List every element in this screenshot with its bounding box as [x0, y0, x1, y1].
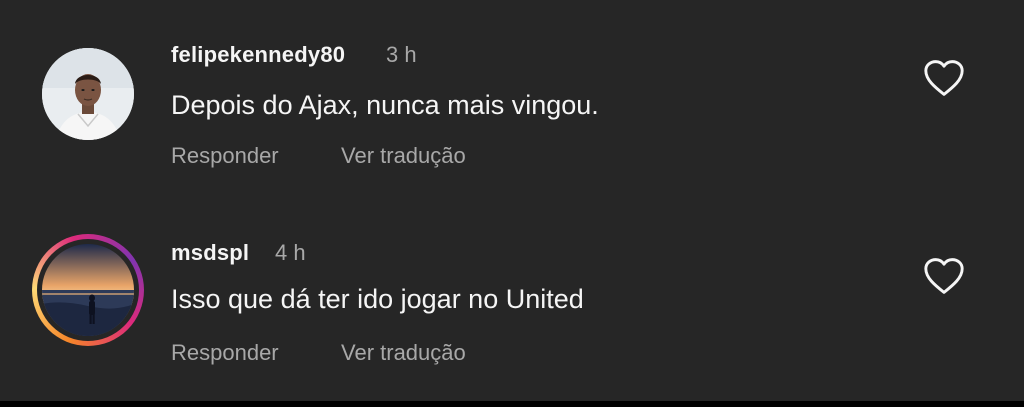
- avatar-container[interactable]: [32, 234, 144, 346]
- heart-outline-icon: [924, 258, 964, 294]
- see-translation-button[interactable]: Ver tradução: [341, 340, 466, 366]
- avatar[interactable]: [42, 244, 134, 336]
- profile-photo-icon: [42, 244, 134, 336]
- comment-timestamp: 4 h: [275, 240, 306, 265]
- heart-outline-icon: [924, 60, 964, 96]
- avatar-container[interactable]: [32, 38, 144, 150]
- see-translation-button[interactable]: Ver tradução: [341, 143, 466, 169]
- comment-username[interactable]: felipekennedy80: [171, 42, 345, 68]
- comment-username[interactable]: msdspl: [171, 240, 249, 266]
- like-button[interactable]: [922, 256, 966, 296]
- like-button[interactable]: [922, 58, 966, 98]
- profile-photo-icon: [42, 48, 134, 140]
- comment-timestamp: 3 h: [386, 42, 417, 67]
- bottom-edge-bar: [0, 401, 1024, 407]
- comment-item: msdspl 4 h Isso que dá ter ido jogar no …: [0, 198, 1024, 388]
- reply-button[interactable]: Responder: [171, 143, 279, 169]
- reply-button[interactable]: Responder: [171, 340, 279, 366]
- comment-text: Depois do Ajax, nunca mais vingou.: [171, 90, 599, 120]
- comment-item: felipekennedy80 3 h Depois do Ajax, nunc…: [0, 0, 1024, 190]
- avatar[interactable]: [42, 48, 134, 140]
- comment-text: Isso que dá ter ido jogar no United: [171, 284, 584, 314]
